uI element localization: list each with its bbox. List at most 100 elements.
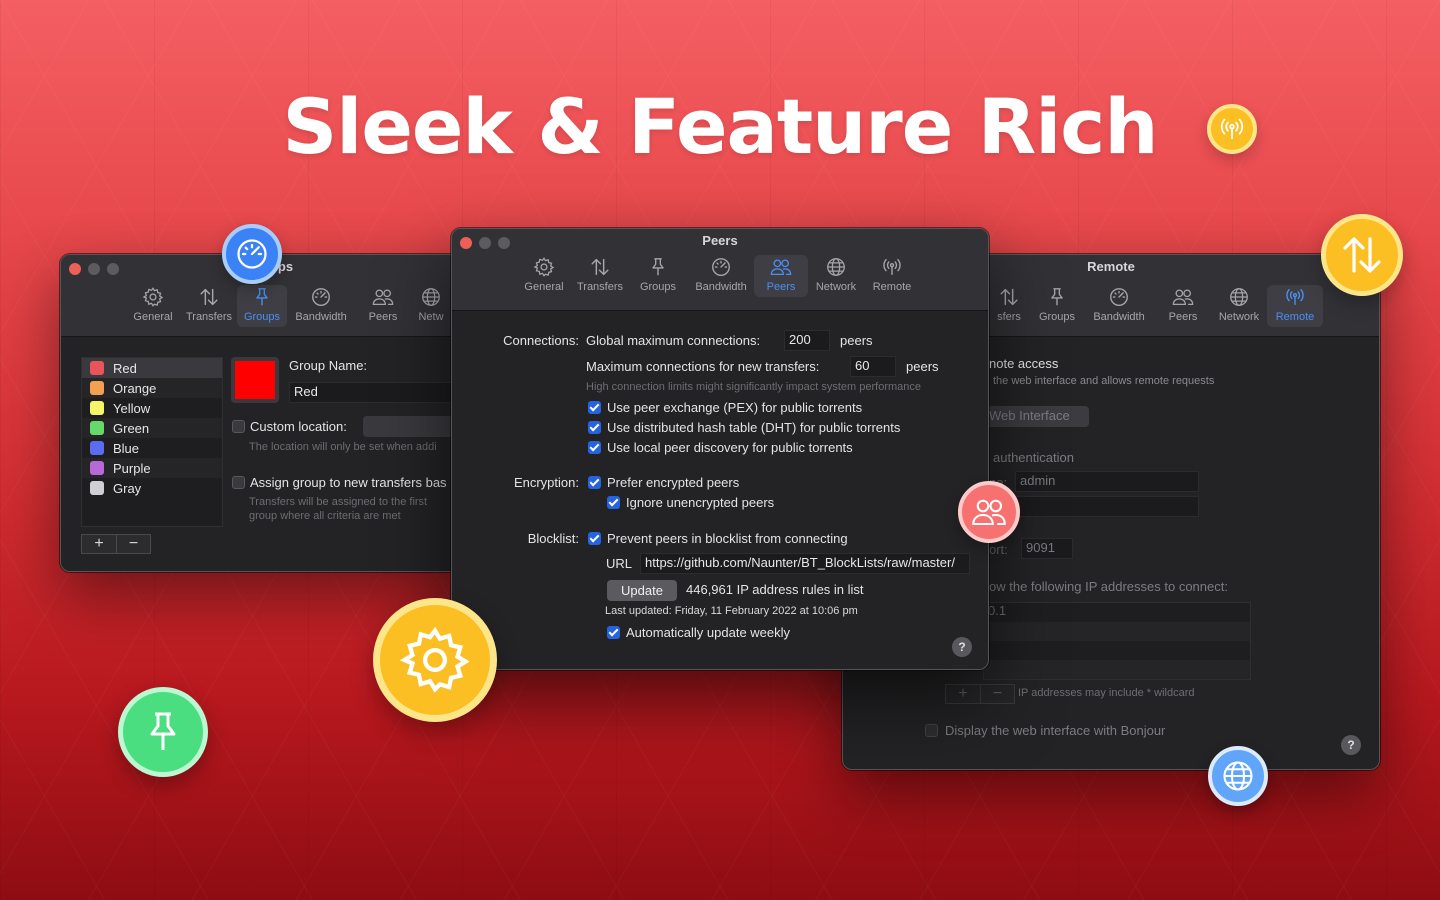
tab-peers[interactable]: Peers	[1155, 285, 1211, 327]
globe-icon	[1220, 758, 1256, 794]
group-row-yellow[interactable]: Yellow	[82, 398, 222, 418]
tab-remote[interactable]: Remote	[1267, 285, 1323, 327]
port-field[interactable]: 9091	[1021, 538, 1073, 559]
dht-checkbox[interactable]	[588, 421, 601, 434]
pex-label: Use peer exchange (PEX) for public torre…	[607, 400, 863, 415]
transfers-badge	[1321, 214, 1403, 296]
assign-group-checkbox[interactable]	[232, 476, 245, 489]
tab-general[interactable]: General	[516, 255, 572, 297]
blocklist-section-label: Blocklist:	[527, 531, 579, 546]
speedometer-icon	[310, 286, 332, 308]
color-swatch	[90, 361, 104, 375]
remove-ip-button[interactable]: −	[980, 685, 1014, 703]
lpd-checkbox[interactable]	[588, 441, 601, 454]
bandwidth-badge	[222, 224, 282, 284]
add-group-button[interactable]: +	[82, 535, 116, 553]
group-row-gray[interactable]: Gray	[82, 478, 222, 498]
speedometer-icon	[234, 236, 270, 272]
tab-groups[interactable]: Groups	[1031, 285, 1083, 327]
arrows-updown-icon	[998, 286, 1020, 308]
pin-icon	[251, 286, 273, 308]
tab-peers[interactable]: Peers	[754, 255, 808, 297]
global-max-field[interactable]: 200	[784, 330, 830, 351]
group-row-red[interactable]: Red	[82, 358, 222, 378]
help-button[interactable]: ?	[952, 637, 972, 657]
auto-update-label: Automatically update weekly	[626, 625, 791, 640]
people-icon	[372, 286, 394, 308]
tab-groups[interactable]: Groups	[628, 255, 688, 297]
port-label: ort:	[989, 542, 1008, 557]
ip-add-remove: + −	[945, 684, 1015, 704]
antenna-icon	[1218, 115, 1246, 143]
help-button[interactable]: ?	[1341, 735, 1361, 755]
open-web-interface-button[interactable]: Web Interface	[983, 406, 1089, 427]
new-max-field[interactable]: 60	[850, 356, 896, 377]
antenna-icon	[881, 256, 903, 278]
ignore-unencrypted-checkbox[interactable]	[607, 496, 620, 509]
connections-section-label: Connections:	[503, 333, 579, 348]
ip-row	[984, 622, 1250, 641]
group-list[interactable]: Red Orange Yellow Green Blue Purple Gray	[81, 357, 223, 527]
peers-badge	[958, 481, 1020, 543]
bonjour-label: Display the web interface with Bonjour	[945, 723, 1166, 738]
peers-unit-label: peers	[840, 333, 873, 348]
group-row-purple[interactable]: Purple	[82, 458, 222, 478]
group-row-green[interactable]: Green	[82, 418, 222, 438]
connection-limits-hint: High connection limits might significant…	[586, 381, 922, 393]
tab-bandwidth[interactable]: Bandwidth	[688, 255, 754, 297]
gear-icon	[398, 623, 472, 697]
tab-remote[interactable]: Remote	[864, 255, 920, 297]
tab-groups[interactable]: Groups	[237, 285, 287, 327]
global-max-label: Global maximum connections:	[586, 333, 761, 348]
assign-hint-line1: Transfers will be assigned to the first	[249, 496, 428, 508]
tab-transfers[interactable]: Transfers	[181, 285, 237, 327]
tab-peers[interactable]: Peers	[355, 285, 411, 327]
allowed-ips-list[interactable]: 0.1	[983, 602, 1251, 680]
ip-row[interactable]: 0.1	[984, 603, 1250, 622]
update-button[interactable]: Update	[607, 580, 677, 601]
blocklist-label: Prevent peers in blocklist from connecti…	[607, 531, 848, 546]
globe-icon	[825, 256, 847, 278]
speedometer-icon	[710, 256, 732, 278]
globe-icon	[420, 286, 442, 308]
tab-general[interactable]: General	[125, 285, 181, 327]
people-icon	[770, 256, 792, 278]
tab-network[interactable]: Netw	[411, 285, 451, 327]
blocklist-checkbox[interactable]	[588, 532, 601, 545]
tab-transfers[interactable]: sfers	[987, 285, 1031, 327]
group-name-label: Group Name:	[289, 358, 368, 373]
tab-network[interactable]: Network	[1211, 285, 1267, 327]
globe-icon	[1228, 286, 1250, 308]
pin-icon	[1046, 286, 1068, 308]
ip-row	[984, 641, 1250, 660]
last-updated: Last updated: Friday, 11 February 2022 a…	[605, 605, 858, 617]
lpd-label: Use local peer discovery for public torr…	[607, 440, 853, 455]
tab-network[interactable]: Network	[808, 255, 864, 297]
tab-bandwidth[interactable]: Bandwidth	[287, 285, 355, 327]
groups-window: Groups General Transfers Groups Bandwidt…	[60, 254, 480, 572]
custom-location-checkbox[interactable]	[232, 420, 245, 433]
peers-window: Peers General Transfers Groups Bandwidth…	[451, 228, 989, 670]
groups-badge	[118, 687, 208, 777]
dht-label: Use distributed hash table (DHT) for pub…	[607, 420, 901, 435]
remove-group-button[interactable]: −	[116, 535, 150, 553]
blocklist-url-field[interactable]: https://github.com/Naunter/BT_BlockLists…	[640, 553, 970, 574]
prefer-encrypted-checkbox[interactable]	[588, 476, 601, 489]
add-ip-button[interactable]: +	[946, 685, 980, 703]
username-field[interactable]: admin	[1015, 471, 1199, 492]
group-row-blue[interactable]: Blue	[82, 438, 222, 458]
tab-transfers[interactable]: Transfers	[572, 255, 628, 297]
password-field[interactable]	[1015, 496, 1199, 517]
speedometer-icon	[1108, 286, 1130, 308]
tab-bandwidth[interactable]: Bandwidth	[1083, 285, 1155, 327]
color-swatch	[90, 481, 104, 495]
color-swatch	[90, 401, 104, 415]
group-color-well[interactable]	[231, 357, 279, 403]
bonjour-checkbox[interactable]	[925, 724, 938, 737]
custom-location-label: Custom location:	[250, 419, 347, 434]
group-row-orange[interactable]: Orange	[82, 378, 222, 398]
ignore-unencrypted-label: Ignore unencrypted peers	[626, 495, 775, 510]
pex-checkbox[interactable]	[588, 401, 601, 414]
peers-unit-label: peers	[906, 359, 939, 374]
auto-update-checkbox[interactable]	[607, 626, 620, 639]
